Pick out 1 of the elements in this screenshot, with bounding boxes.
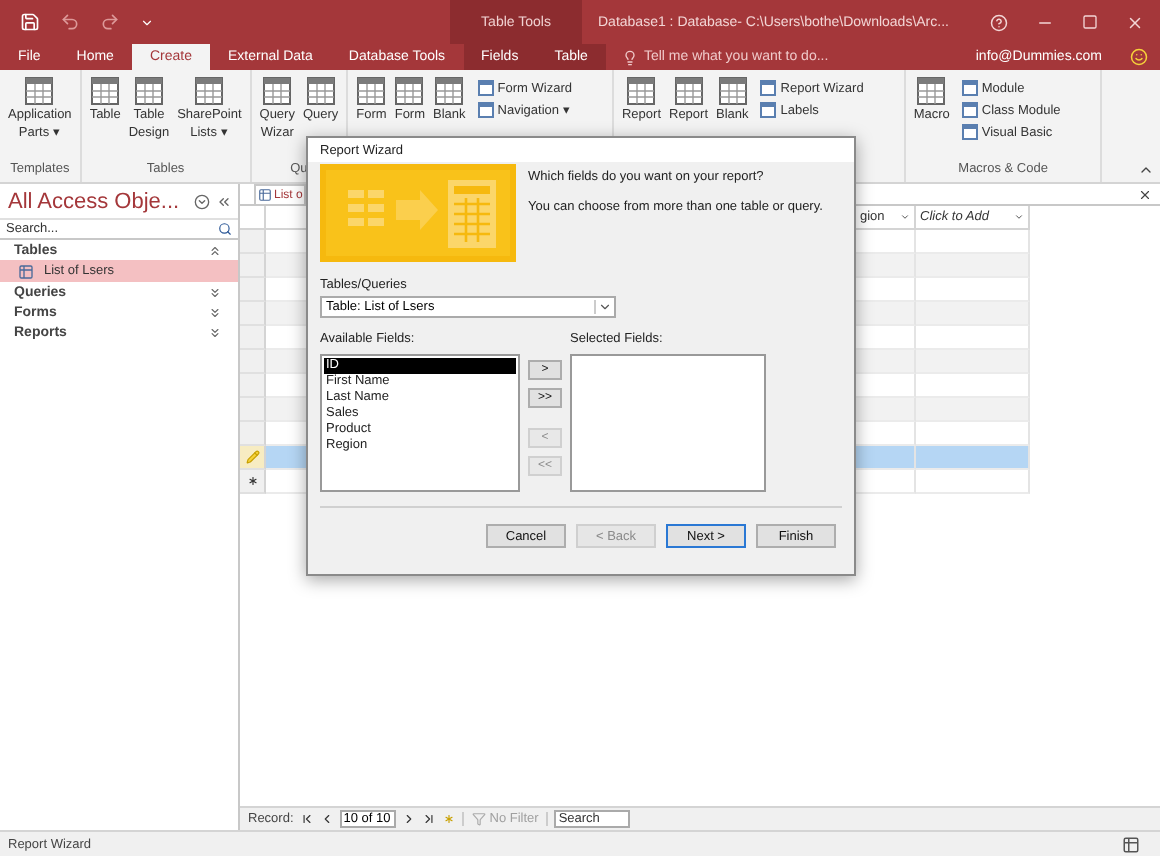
pane-title[interactable]: All Access Obje... [8, 190, 188, 214]
